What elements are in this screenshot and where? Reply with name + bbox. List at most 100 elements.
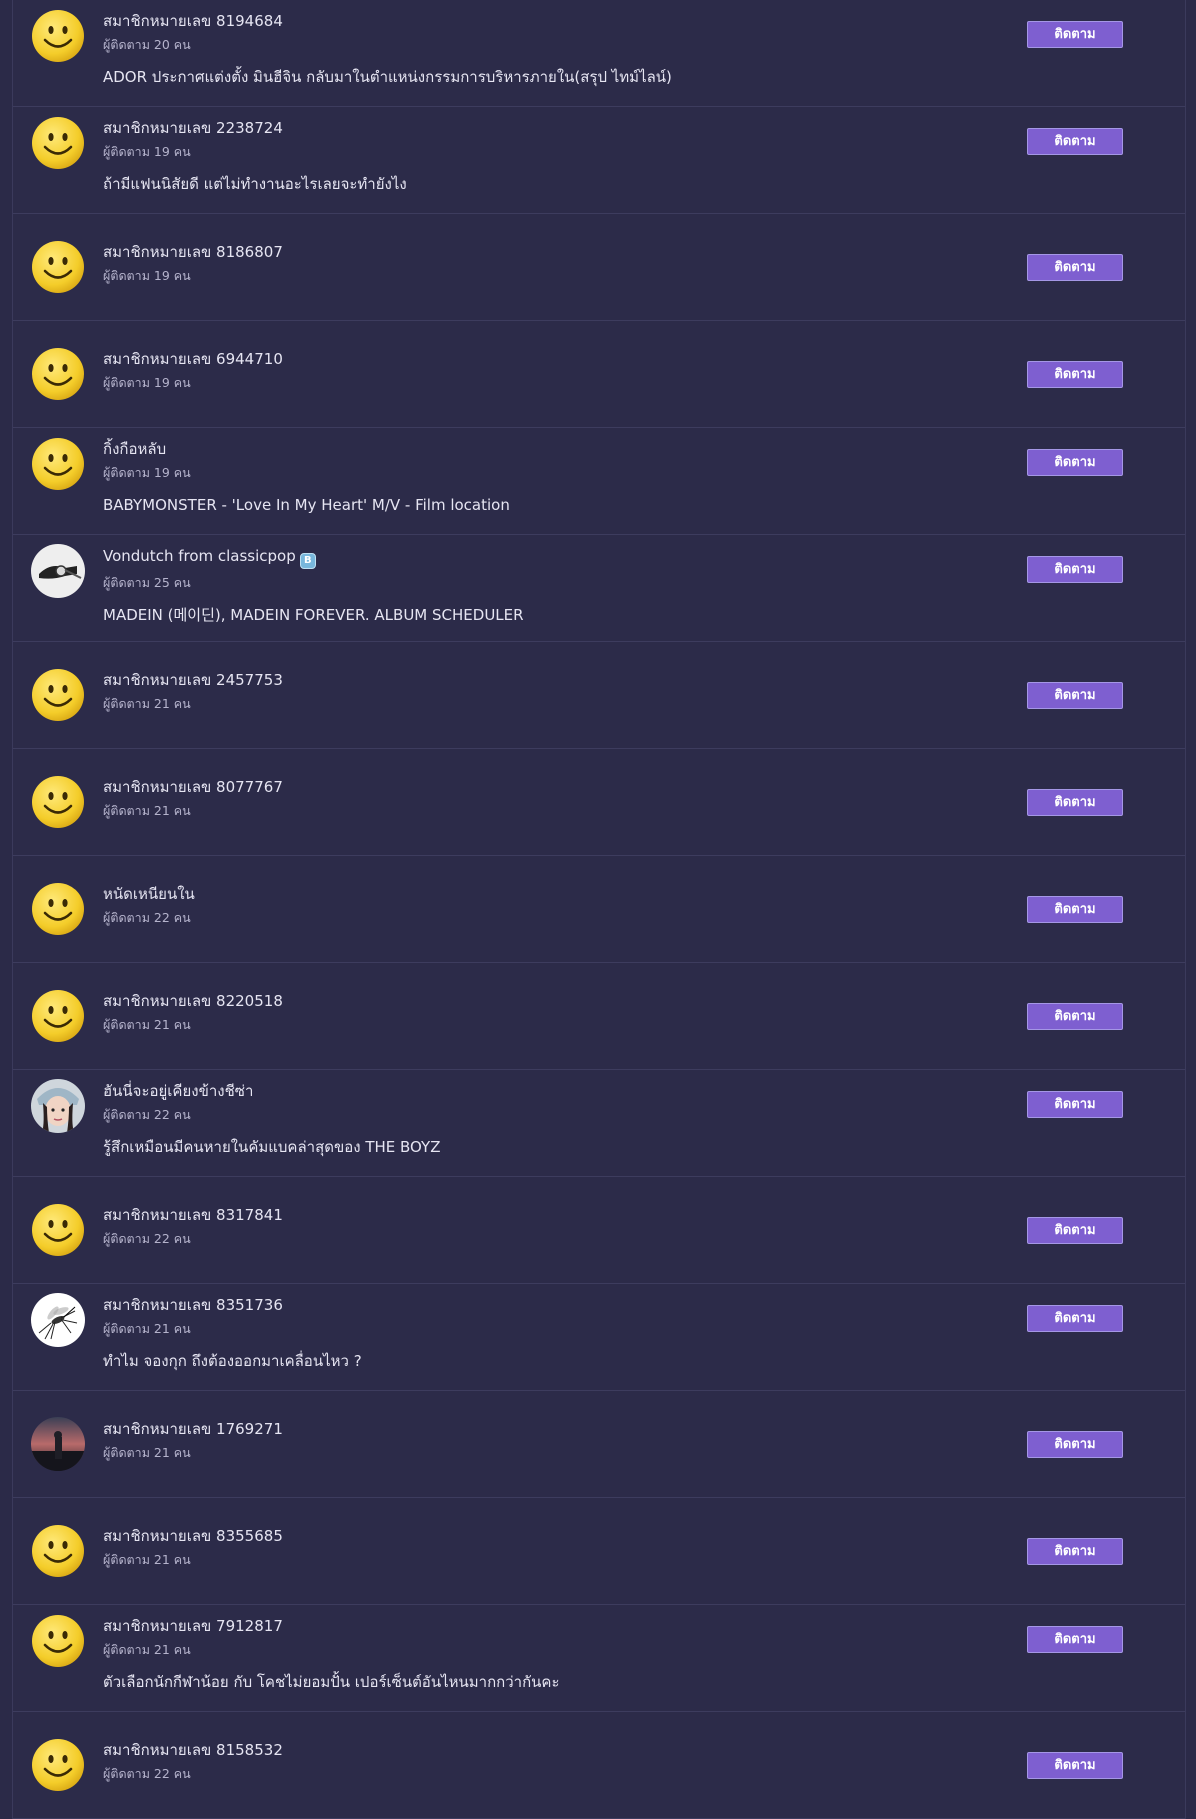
follower-count: ผู้ติดตาม 21 คน <box>103 696 191 711</box>
avatar[interactable] <box>31 775 85 829</box>
user-name[interactable]: สมาชิกหมายเลข 8158532 <box>103 1740 985 1760</box>
user-name-text[interactable]: สมาชิกหมายเลข 8351736 <box>103 1296 283 1314</box>
user-name-text[interactable]: สมาชิกหมายเลข 6944710 <box>103 350 283 368</box>
list-item: สมาชิกหมายเลข 8077767 ผู้ติดตาม 21 คน ติดต… <box>13 749 1185 856</box>
user-name[interactable]: สมาชิกหมายเลข 1769271 <box>103 1419 985 1439</box>
list-item: หนัดเหนียนในผู้ติดตาม 22 คน ติดตาม <box>13 856 1185 963</box>
follower-count: ผู้ติดตาม 21 คน <box>103 1445 191 1460</box>
follow-button[interactable]: ติดตาม <box>1027 1305 1123 1332</box>
follow-button[interactable]: ติดตาม <box>1027 556 1123 583</box>
user-name[interactable]: สมาชิกหมายเลข 7912817 <box>103 1616 985 1636</box>
follower-count: ผู้ติดตาม 22 คน <box>103 910 191 925</box>
user-name[interactable]: สมาชิกหมายเลข 8077767 <box>103 777 985 797</box>
user-name[interactable]: สมาชิกหมายเลข 8194684 <box>103 11 985 31</box>
avatar[interactable] <box>31 1417 85 1471</box>
user-name[interactable]: สมาชิกหมายเลข 8186807 <box>103 242 985 262</box>
user-name[interactable]: หนัดเหนียนใน <box>103 884 985 904</box>
user-info: กิ้งกือหลับ ผู้ติดตาม 19 คน BABYMONSTER - … <box>103 439 985 515</box>
follow-button[interactable]: ติดตาม <box>1027 682 1123 709</box>
user-name-text[interactable]: สมาชิกหมายเลข 2238724 <box>103 119 283 137</box>
avatar[interactable] <box>31 1524 85 1578</box>
follower-count: ผู้ติดตาม 19 คน <box>103 375 191 390</box>
follow-button[interactable]: ติดตาม <box>1027 1538 1123 1565</box>
follow-button[interactable]: ติดตาม <box>1027 1003 1123 1030</box>
follower-count: ผู้ติดตาม 21 คน <box>103 1552 191 1567</box>
user-name[interactable]: สมาชิกหมายเลข 8220518 <box>103 991 985 1011</box>
user-name[interactable]: สมาชิกหมายเลข 2457753 <box>103 670 985 690</box>
user-name-text[interactable]: สมาชิกหมายเลข 8158532 <box>103 1741 283 1759</box>
user-info: สมาชิกหมายเลข 8355685 ผู้ติดตาม 21 คน <box>103 1526 985 1568</box>
user-name[interactable]: ฮันนี่จะอยู่เคียงข้างชีซ่า <box>103 1081 985 1101</box>
avatar[interactable] <box>31 668 85 722</box>
follower-count: ผู้ติดตาม 21 คน <box>103 1321 191 1336</box>
avatar[interactable] <box>31 9 85 63</box>
user-info: สมาชิกหมายเลข 8158532 ผู้ติดตาม 22 คน <box>103 1740 985 1782</box>
avatar[interactable] <box>31 240 85 294</box>
avatar[interactable] <box>31 1293 85 1347</box>
follow-button[interactable]: ติดตาม <box>1027 21 1123 48</box>
user-name[interactable]: สมาชิกหมายเลข 2238724 <box>103 118 985 138</box>
avatar[interactable] <box>31 1203 85 1257</box>
list-item: สมาชิกหมายเลข 8220518 ผู้ติดตาม 21 คน ติดต… <box>13 963 1185 1070</box>
avatar[interactable] <box>31 989 85 1043</box>
avatar[interactable] <box>31 1079 85 1133</box>
blogger-badge-icon: B <box>299 553 316 569</box>
list-item: สมาชิกหมายเลข 8355685 ผู้ติดตาม 21 คน ติดต… <box>13 1498 1185 1605</box>
list-item: กิ้งกือหลับ ผู้ติดตาม 19 คน BABYMONSTER - … <box>13 428 1185 535</box>
follow-button[interactable]: ติดตาม <box>1027 1217 1123 1244</box>
user-name-text[interactable]: สมาชิกหมายเลข 1769271 <box>103 1420 283 1438</box>
user-name[interactable]: สมาชิกหมายเลข 8317841 <box>103 1205 985 1225</box>
avatar[interactable] <box>31 116 85 170</box>
user-name-text[interactable]: สมาชิกหมายเลข 2457753 <box>103 671 283 689</box>
follow-button[interactable]: ติดตาม <box>1027 1431 1123 1458</box>
follower-count: ผู้ติดตาม 21 คน <box>103 1642 191 1657</box>
latest-topic-link[interactable]: BABYMONSTER - 'Love In My Heart' M/V - F… <box>103 495 985 515</box>
user-name-text[interactable]: สมาชิกหมายเลข 8186807 <box>103 243 283 261</box>
follower-count: ผู้ติดตาม 22 คน <box>103 1231 191 1246</box>
latest-topic-link[interactable]: รู้สึกเหมือนมีคนหายในคัมแบคล่าสุดของ THE… <box>103 1137 985 1157</box>
user-name-text[interactable]: สมาชิกหมายเลข 8355685 <box>103 1527 283 1545</box>
latest-topic-link[interactable]: ตัวเลือกนักกีฬาน้อย กับ โคชไม่ยอมปั้น เป… <box>103 1672 985 1692</box>
user-name-text[interactable]: กิ้งกือหลับ <box>103 440 166 458</box>
avatar[interactable] <box>31 882 85 936</box>
user-name[interactable]: สมาชิกหมายเลข 8355685 <box>103 1526 985 1546</box>
list-item: สมาชิกหมายเลข 6944710 ผู้ติดตาม 19 คน ติดต… <box>13 321 1185 428</box>
follow-suggestion-list: สมาชิกหมายเลข 8194684 ผู้ติดตาม 20 คน ADOR… <box>12 0 1186 1819</box>
user-name[interactable]: กิ้งกือหลับ <box>103 439 985 459</box>
user-name-text[interactable]: Vondutch from classicpop <box>103 547 296 565</box>
user-name[interactable]: Vondutch from classicpop B <box>103 546 985 569</box>
user-name[interactable]: สมาชิกหมายเลข 6944710 <box>103 349 985 369</box>
user-info: สมาชิกหมายเลข 6944710 ผู้ติดตาม 19 คน <box>103 349 985 391</box>
user-name-text[interactable]: สมาชิกหมายเลข 8194684 <box>103 12 283 30</box>
follower-count: ผู้ติดตาม 19 คน <box>103 144 191 159</box>
follow-button[interactable]: ติดตาม <box>1027 254 1123 281</box>
follow-button[interactable]: ติดตาม <box>1027 128 1123 155</box>
user-name-text[interactable]: สมาชิกหมายเลข 8220518 <box>103 992 283 1010</box>
latest-topic-link[interactable]: MADEIN (메이딘), MADEIN FOREVER. ALBUM SCHE… <box>103 605 985 625</box>
avatar[interactable] <box>31 1614 85 1668</box>
avatar[interactable] <box>31 437 85 491</box>
latest-topic-link[interactable]: ถ้ามีแฟนนิสัยดี แต่ไม่ทำงานอะไรเลยจะทำยั… <box>103 174 985 194</box>
follower-count: ผู้ติดตาม 21 คน <box>103 803 191 818</box>
follow-button[interactable]: ติดตาม <box>1027 789 1123 816</box>
list-item: สมาชิกหมายเลข 8351736 ผู้ติดตาม 21 คนทำไม… <box>13 1284 1185 1391</box>
avatar[interactable] <box>31 544 85 598</box>
user-name-text[interactable]: สมาชิกหมายเลข 8317841 <box>103 1206 283 1224</box>
latest-topic-link[interactable]: ADOR ประกาศแต่งตั้ง มินฮีจิน กลับมาในตำแ… <box>103 67 985 87</box>
user-name-text[interactable]: สมาชิกหมายเลข 8077767 <box>103 778 283 796</box>
user-name-text[interactable]: หนัดเหนียนใน <box>103 885 195 903</box>
avatar[interactable] <box>31 1738 85 1792</box>
user-name-text[interactable]: ฮันนี่จะอยู่เคียงข้างชีซ่า <box>103 1082 253 1100</box>
follow-button[interactable]: ติดตาม <box>1027 1626 1123 1653</box>
avatar[interactable] <box>31 347 85 401</box>
user-name-text[interactable]: สมาชิกหมายเลข 7912817 <box>103 1617 283 1635</box>
user-name[interactable]: สมาชิกหมายเลข 8351736 <box>103 1295 985 1315</box>
latest-topic-link[interactable]: ทำไม จองกุก ถึงต้องออกมาเคลื่อนไหว ? <box>103 1351 985 1371</box>
follow-button[interactable]: ติดตาม <box>1027 1752 1123 1779</box>
follow-button[interactable]: ติดตาม <box>1027 449 1123 476</box>
follow-button[interactable]: ติดตาม <box>1027 361 1123 388</box>
follow-button[interactable]: ติดตาม <box>1027 896 1123 923</box>
list-item: สมาชิกหมายเลข 8158532 ผู้ติดตาม 22 คน ติดต… <box>13 1712 1185 1819</box>
follow-button[interactable]: ติดตาม <box>1027 1091 1123 1118</box>
list-item: สมาชิกหมายเลข 1769271 ผู้ติดตาม 21 คน ติดต… <box>13 1391 1185 1498</box>
